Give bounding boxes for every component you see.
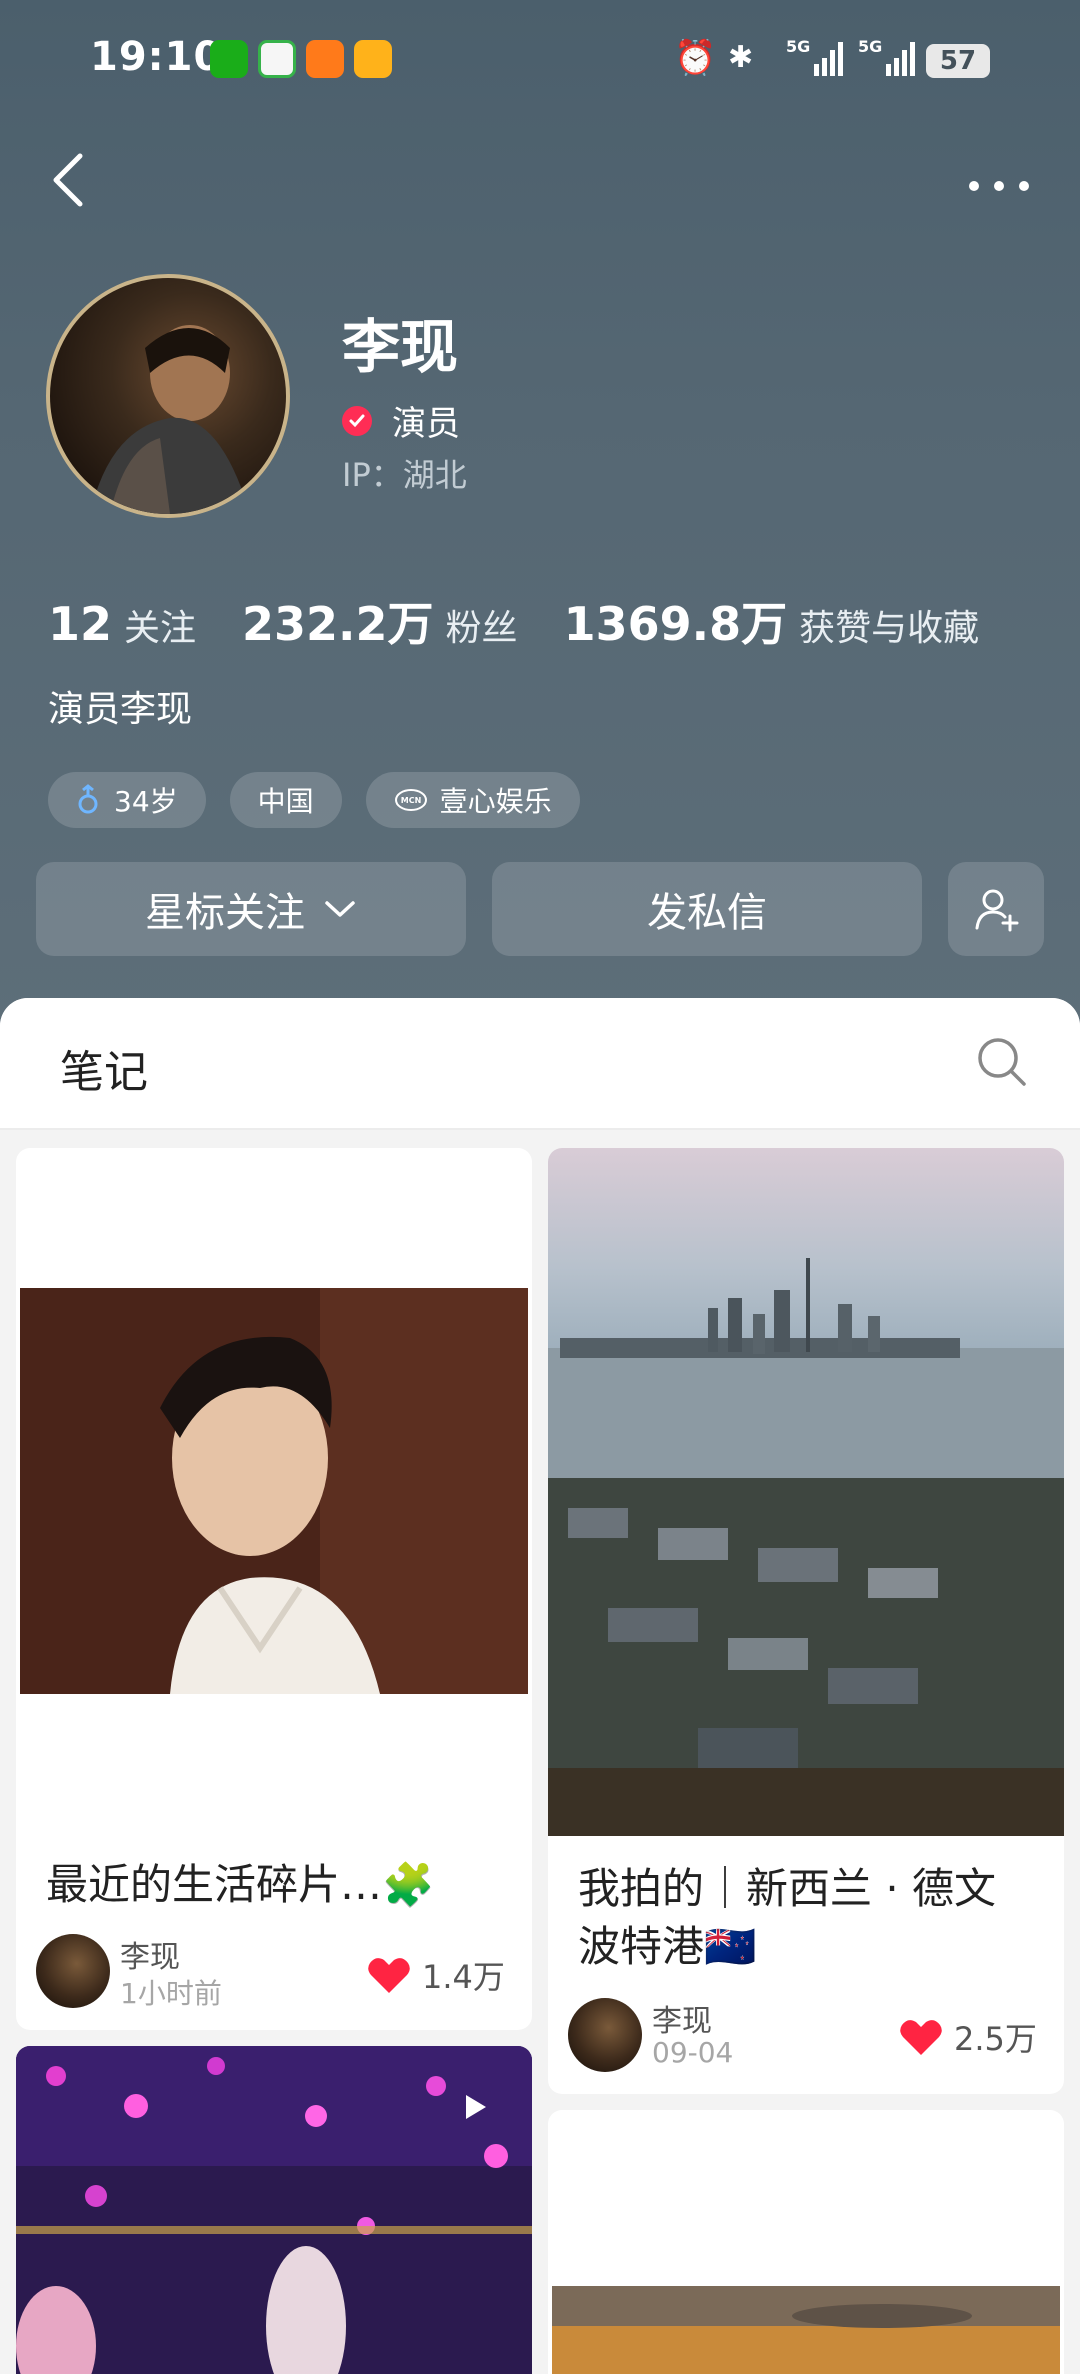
weibo-icon	[354, 40, 392, 78]
avatar-photo	[90, 325, 250, 514]
note-title: 最近的生活碎片…🧩	[46, 1860, 435, 1909]
note-cover-image	[16, 2046, 532, 2374]
back-arrow-icon[interactable]	[46, 150, 96, 210]
status-bar: 19:10 ⏰ ✱ 5G 5G 57	[0, 0, 1080, 120]
male-icon	[78, 784, 98, 814]
5g-signal-icon: 5G	[858, 37, 915, 76]
age-tag-label: 34岁	[114, 785, 178, 818]
likes-collects-count[interactable]: 1369.8万	[564, 588, 788, 654]
svg-text:5G: 5G	[786, 37, 810, 56]
note-like-count: 1.4万	[422, 1958, 505, 1996]
ip-location: IP：湖北	[342, 456, 467, 494]
video-play-icon	[466, 2095, 486, 2119]
note-date: 1小时前	[120, 1977, 222, 2010]
5g-signal-icon: 5G	[786, 37, 843, 76]
search-icon[interactable]	[974, 1034, 1030, 1090]
tab-notes[interactable]: 笔记	[60, 1036, 148, 1100]
profile-stats: 12 关注 232.2万 粉丝 1369.8万 获赞与收藏	[48, 588, 979, 654]
followers-count[interactable]: 232.2万	[242, 588, 434, 654]
note-date: 09-04	[652, 2036, 734, 2069]
more-options-icon[interactable]	[966, 166, 1032, 206]
note-cover-image	[548, 1148, 1064, 1836]
add-friend-button[interactable]	[948, 862, 1044, 956]
following-count[interactable]: 12	[48, 597, 112, 651]
note-cover-image	[552, 2286, 1060, 2374]
note-author-name[interactable]: 李现	[652, 1996, 712, 2040]
profile-bio: 演员李现	[48, 689, 193, 730]
note-card[interactable]: 最近的生活碎片…🧩 李现 1小时前 1.4万	[16, 1148, 532, 2030]
note-card[interactable]	[16, 2046, 532, 2374]
chevron-down-icon	[325, 901, 355, 917]
notes-panel: 笔记 最近的生活碎片…🧩 李现 1小时前 1.4万 我拍的｜新西兰 · 德文波特…	[0, 998, 1080, 2374]
note-like-button[interactable]: 1.4万	[366, 1952, 505, 1998]
note-like-count: 2.5万	[954, 2020, 1037, 2058]
note-card[interactable]	[548, 2110, 1064, 2374]
verified-label: 演员	[392, 404, 460, 444]
heart-icon	[368, 1958, 410, 1993]
note-like-button[interactable]: 2.5万	[898, 2014, 1037, 2060]
send-message-button[interactable]: 发私信	[492, 862, 922, 956]
svg-text:MCN: MCN	[400, 796, 421, 805]
age-tag: 34岁	[48, 772, 206, 828]
mcn-tag-label: 壹心娱乐	[439, 785, 552, 818]
note-author-avatar[interactable]	[36, 1934, 110, 2008]
region-tag: 中国	[229, 772, 342, 828]
harbor-landscape-photo	[548, 1148, 1064, 1836]
verified-check-icon	[342, 405, 372, 436]
concert-photo	[16, 2046, 532, 2374]
add-user-icon	[975, 889, 1019, 932]
profile-avatar[interactable]	[46, 274, 290, 518]
svg-text:5G: 5G	[858, 37, 882, 56]
mcn-tag[interactable]: MCN 壹心娱乐	[365, 772, 580, 828]
note-card[interactable]: 我拍的｜新西兰 · 德文波特港🇳🇿 李现 09-04 2.5万	[548, 1148, 1064, 2094]
note-author-name[interactable]: 李现	[120, 1932, 180, 1976]
bluetooth-icon: ✱	[728, 40, 754, 75]
profile-screen: 19:10 ⏰ ✱ 5G 5G 57 李现 演员 IP：湖北 12 关注 232…	[0, 0, 1080, 2374]
region-tag-label: 中国	[257, 785, 314, 818]
note-cover-image	[20, 1288, 528, 1694]
video-app-icon	[258, 40, 296, 78]
runner-app-icon	[306, 40, 344, 78]
wechat-icon	[210, 40, 248, 78]
profile-tags: 34岁 中国 MCN 壹心娱乐	[48, 772, 604, 828]
mcn-icon: MCN	[394, 789, 427, 811]
star-follow-label: 星标关注	[145, 890, 305, 936]
note-author-avatar[interactable]	[568, 1998, 642, 2072]
status-time: 19:10	[90, 34, 223, 80]
heart-icon	[900, 2020, 942, 2055]
sunset-photo	[552, 2286, 1060, 2374]
star-follow-button[interactable]: 星标关注	[36, 862, 466, 956]
note-title: 我拍的｜新西兰 · 德文波特港🇳🇿	[578, 1864, 997, 1971]
verified-badge-row: 演员	[342, 396, 460, 445]
followers-label[interactable]: 粉丝	[446, 599, 518, 651]
alarm-icon: ⏰	[674, 38, 717, 78]
profile-name: 李现	[342, 313, 459, 381]
following-label[interactable]: 关注	[124, 599, 196, 651]
portrait-photo	[20, 1288, 528, 1694]
battery-indicator: 57	[926, 44, 990, 78]
send-message-label: 发私信	[647, 890, 767, 936]
profile-actions: 星标关注 发私信	[36, 862, 1044, 956]
likes-collects-label[interactable]: 获赞与收藏	[799, 599, 979, 651]
notes-tabbar: 笔记	[0, 998, 1080, 1130]
